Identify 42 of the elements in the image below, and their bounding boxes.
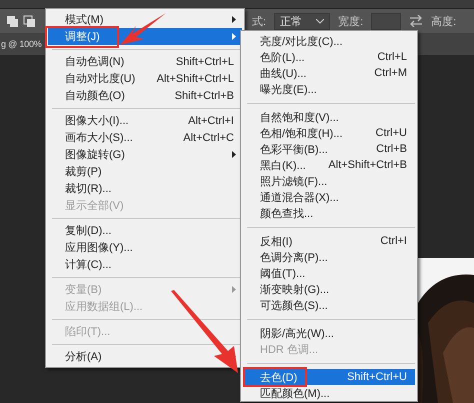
menu-item[interactable]: 自然饱和度(V)...	[243, 109, 415, 125]
width-label: 宽度:	[338, 14, 364, 28]
menu-item[interactable]: 裁切(R)...	[48, 180, 242, 197]
menu-item[interactable]: 画布大小(S)... Alt+Ctrl+C	[48, 129, 242, 146]
swap-icon[interactable]	[409, 15, 424, 27]
menu-item[interactable]: 色彩平衡(B)... Ctrl+B	[243, 141, 415, 157]
squares-icon[interactable]	[6, 14, 36, 28]
document-tab[interactable]: g @ 100%	[0, 39, 42, 49]
chevron-icon	[316, 18, 324, 24]
menu-item[interactable]: 应用图像(Y)...	[48, 239, 242, 256]
menu-item[interactable]: 色相/饱和度(H)... Ctrl+U	[243, 125, 415, 141]
menu-item[interactable]: 模式(M)	[48, 11, 242, 28]
menu-item[interactable]: 黑白(K)... Alt+Shift+Ctrl+B	[243, 157, 415, 173]
menu-item[interactable]: 匹配颜色(M)...	[243, 385, 415, 401]
menu-item[interactable]: 图像旋转(G)	[48, 146, 242, 163]
menu-item[interactable]: 自动颜色(O) Shift+Ctrl+B	[48, 87, 242, 104]
menu-item[interactable]: 自动色调(N) Shift+Ctrl+L	[48, 53, 242, 70]
width-field[interactable]	[371, 12, 402, 30]
menu-item[interactable]: 裁剪(P)	[48, 163, 242, 180]
style-label: 式:	[252, 14, 266, 28]
menu-item[interactable]: 自动对比度(U) Alt+Shift+Ctrl+L	[48, 70, 242, 87]
menu-item[interactable]: 通道混合器(X)...	[243, 189, 415, 205]
menu-item[interactable]: 渐变映射(G)...	[243, 281, 415, 297]
menu-item[interactable]: 反相(I) Ctrl+I	[243, 233, 415, 249]
menu-item[interactable]: 曝光度(E)...	[243, 81, 415, 97]
menu-item[interactable]: 照片滤镜(F)...	[243, 173, 415, 189]
menu-item[interactable]: 阈值(T)...	[243, 265, 415, 281]
menu-item[interactable]: 调整(J)	[48, 28, 242, 45]
height-label: 高度:	[431, 14, 456, 28]
menu-item[interactable]: 可选颜色(S)...	[243, 297, 415, 313]
menu-item[interactable]: 复制(D)...	[48, 222, 242, 239]
menu-item[interactable]: 去色(D) Shift+Ctrl+U	[243, 369, 415, 385]
menu-item[interactable]: 计算(C)...	[48, 256, 242, 273]
style-dropdown[interactable]: 正常	[274, 12, 330, 30]
menu-item[interactable]: 色调分离(P)...	[243, 249, 415, 265]
menu-item[interactable]: 亮度/对比度(C)...	[243, 33, 415, 49]
menu-item[interactable]: 阴影/高光(W)...	[243, 325, 415, 341]
menu-item[interactable]: 图像大小(I)... Alt+Ctrl+I	[48, 112, 242, 129]
highlight-box	[243, 367, 307, 387]
menu-item[interactable]: 颜色查找...	[243, 205, 415, 221]
menu-item[interactable]: 色阶(L)... Ctrl+L	[243, 49, 415, 65]
menu-item[interactable]: 曲线(U)... Ctrl+M	[243, 65, 415, 81]
